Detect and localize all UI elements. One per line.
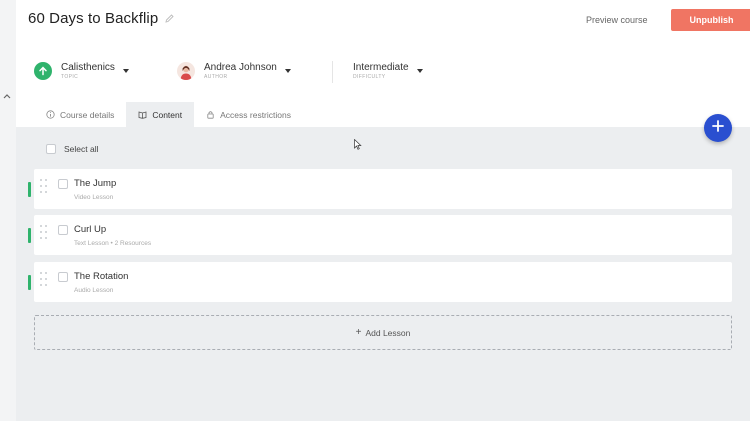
tab-label: Content [152,109,183,120]
lesson-title: The Rotation [74,271,129,282]
lesson-subtitle: Video Lesson [74,194,114,201]
arrow-up-icon [34,62,52,80]
lock-icon [206,110,215,119]
lesson-title: The Jump [74,178,117,189]
unpublish-button[interactable]: Unpublish [671,9,750,31]
preview-course-button[interactable]: Preview course [576,9,658,31]
drag-handle-icon[interactable] [40,225,48,245]
lesson-status-bar [28,275,31,290]
select-all-label: Select all [64,144,99,154]
lesson-status-bar [28,228,31,243]
mouse-cursor-icon [354,137,362,155]
add-lesson-label: Add Lesson [365,327,411,338]
topic-label: TOPIC [61,73,79,80]
course-editor-page: 60 Days to Backflip Preview course Unpub… [0,0,750,421]
lesson-title: Curl Up [74,224,107,235]
tab-content[interactable]: Content [126,102,195,127]
course-header: 60 Days to Backflip Preview course Unpub… [16,0,750,102]
drag-handle-icon[interactable] [40,179,48,199]
lesson-subtitle: Text Lesson • 2 Resources [74,240,152,247]
author-label: AUTHOR [204,73,228,80]
plus-icon: + [355,326,362,338]
left-sidebar-strip [0,0,16,421]
lesson-checkbox[interactable] [58,272,68,282]
select-all-row[interactable]: Select all [46,144,99,154]
plus-icon [712,119,724,137]
difficulty-label: DIFFICULTY [353,73,386,80]
lesson-item[interactable]: The Jump Video Lesson [28,169,732,209]
select-all-checkbox[interactable] [46,144,56,154]
course-tabs: Course details Content Access restrictio… [34,102,303,127]
chevron-down-icon [416,69,423,73]
difficulty-selector[interactable]: Intermediate DIFFICULTY [353,58,423,84]
topic-selector[interactable]: Calisthenics TOPIC [34,58,129,84]
tab-label: Access restrictions [220,109,291,120]
lesson-checkbox[interactable] [58,179,68,189]
page-title: 60 Days to Backflip [28,10,159,27]
lesson-item[interactable]: Curl Up Text Lesson • 2 Resources [28,215,732,255]
chevron-up-icon[interactable] [3,92,13,102]
tab-course-details[interactable]: Course details [34,102,127,127]
book-icon [138,110,147,119]
add-lesson-button[interactable]: + Add Lesson [34,315,732,350]
tab-label: Course details [60,109,115,120]
course-meta-row: Calisthenics TOPIC Andrea Johnson AUTHOR [34,58,474,84]
tab-access-restrictions[interactable]: Access restrictions [194,102,303,127]
content-panel: Select all The Jump Video Lesson Curl Up… [16,127,750,421]
chevron-down-icon [122,69,129,73]
author-selector[interactable]: Andrea Johnson AUTHOR [177,58,291,84]
topic-value: Calisthenics [61,61,115,73]
author-value: Andrea Johnson [204,61,277,73]
info-icon [46,110,55,119]
lesson-status-bar [28,182,31,197]
meta-divider [332,61,333,83]
lesson-item[interactable]: The Rotation Audio Lesson [28,262,732,302]
avatar [177,62,195,80]
lesson-subtitle: Audio Lesson [74,287,114,294]
lesson-checkbox[interactable] [58,225,68,235]
drag-handle-icon[interactable] [40,272,48,292]
pencil-icon[interactable] [164,13,175,24]
chevron-down-icon [284,69,291,73]
difficulty-value: Intermediate [353,61,409,73]
add-content-fab[interactable] [704,114,732,142]
